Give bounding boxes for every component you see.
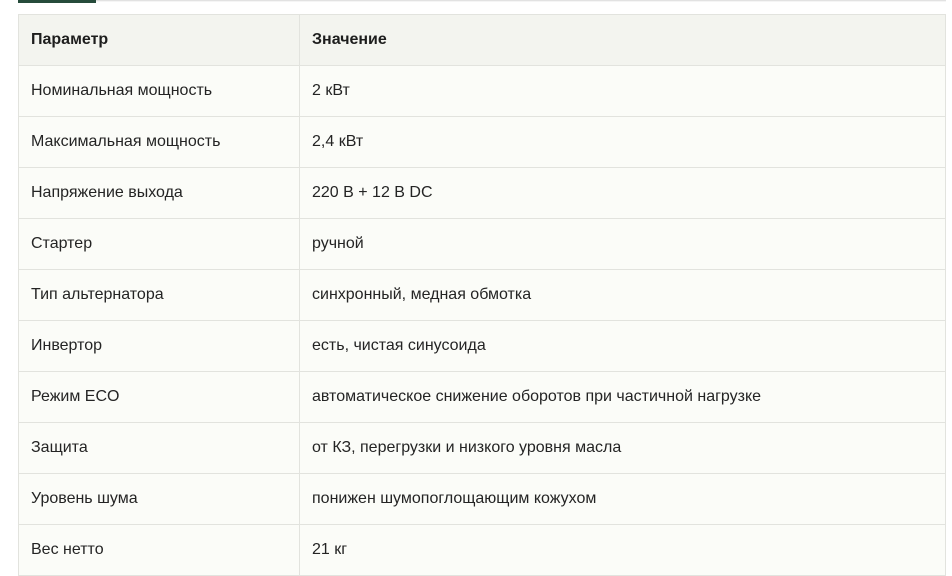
header-parameter: Параметр [18, 14, 300, 66]
value-cell: 220 В + 12 В DC [299, 167, 946, 219]
param-cell: Тип альтернатора [18, 269, 300, 321]
param-cell: Напряжение выхода [18, 167, 300, 219]
param-cell: Защита [18, 422, 300, 474]
value-cell: есть, чистая синусоида [299, 320, 946, 372]
value-cell: от КЗ, перегрузки и низкого уровня масла [299, 422, 946, 474]
param-cell: Режим ECO [18, 371, 300, 423]
table-row: Защита от КЗ, перегрузки и низкого уровн… [18, 422, 946, 474]
table-row: Уровень шума понижен шумопоглощающим кож… [18, 473, 946, 525]
value-cell: 2,4 кВт [299, 116, 946, 168]
param-cell: Уровень шума [18, 473, 300, 525]
table-row: Стартер ручной [18, 218, 946, 270]
value-cell: 21 кг [299, 524, 946, 576]
param-cell: Номинальная мощность [18, 65, 300, 117]
specifications-table: Параметр Значение Номинальная мощность 2… [18, 14, 946, 576]
table-row: Инвертор есть, чистая синусоида [18, 320, 946, 372]
value-cell: 2 кВт [299, 65, 946, 117]
param-cell: Инвертор [18, 320, 300, 372]
table-row: Напряжение выхода 220 В + 12 В DC [18, 167, 946, 219]
table-row: Тип альтернатора синхронный, медная обмо… [18, 269, 946, 321]
value-cell: автоматическое снижение оборотов при час… [299, 371, 946, 423]
table-row: Режим ECO автоматическое снижение оборот… [18, 371, 946, 423]
table-row: Номинальная мощность 2 кВт [18, 65, 946, 117]
table-row: Вес нетто 21 кг [18, 524, 946, 576]
table-header: Параметр Значение [18, 14, 946, 66]
param-cell: Максимальная мощность [18, 116, 300, 168]
table-body: Номинальная мощность 2 кВт Максимальная … [18, 65, 946, 576]
table-row: Максимальная мощность 2,4 кВт [18, 116, 946, 168]
value-cell: ручной [299, 218, 946, 270]
header-row: Параметр Значение [18, 14, 946, 66]
param-cell: Стартер [18, 218, 300, 270]
param-cell: Вес нетто [18, 524, 300, 576]
value-cell: синхронный, медная обмотка [299, 269, 946, 321]
tab-bar-shadow [96, 0, 946, 2]
active-tab-indicator [18, 0, 96, 3]
header-value: Значение [299, 14, 946, 66]
value-cell: понижен шумопоглощающим кожухом [299, 473, 946, 525]
